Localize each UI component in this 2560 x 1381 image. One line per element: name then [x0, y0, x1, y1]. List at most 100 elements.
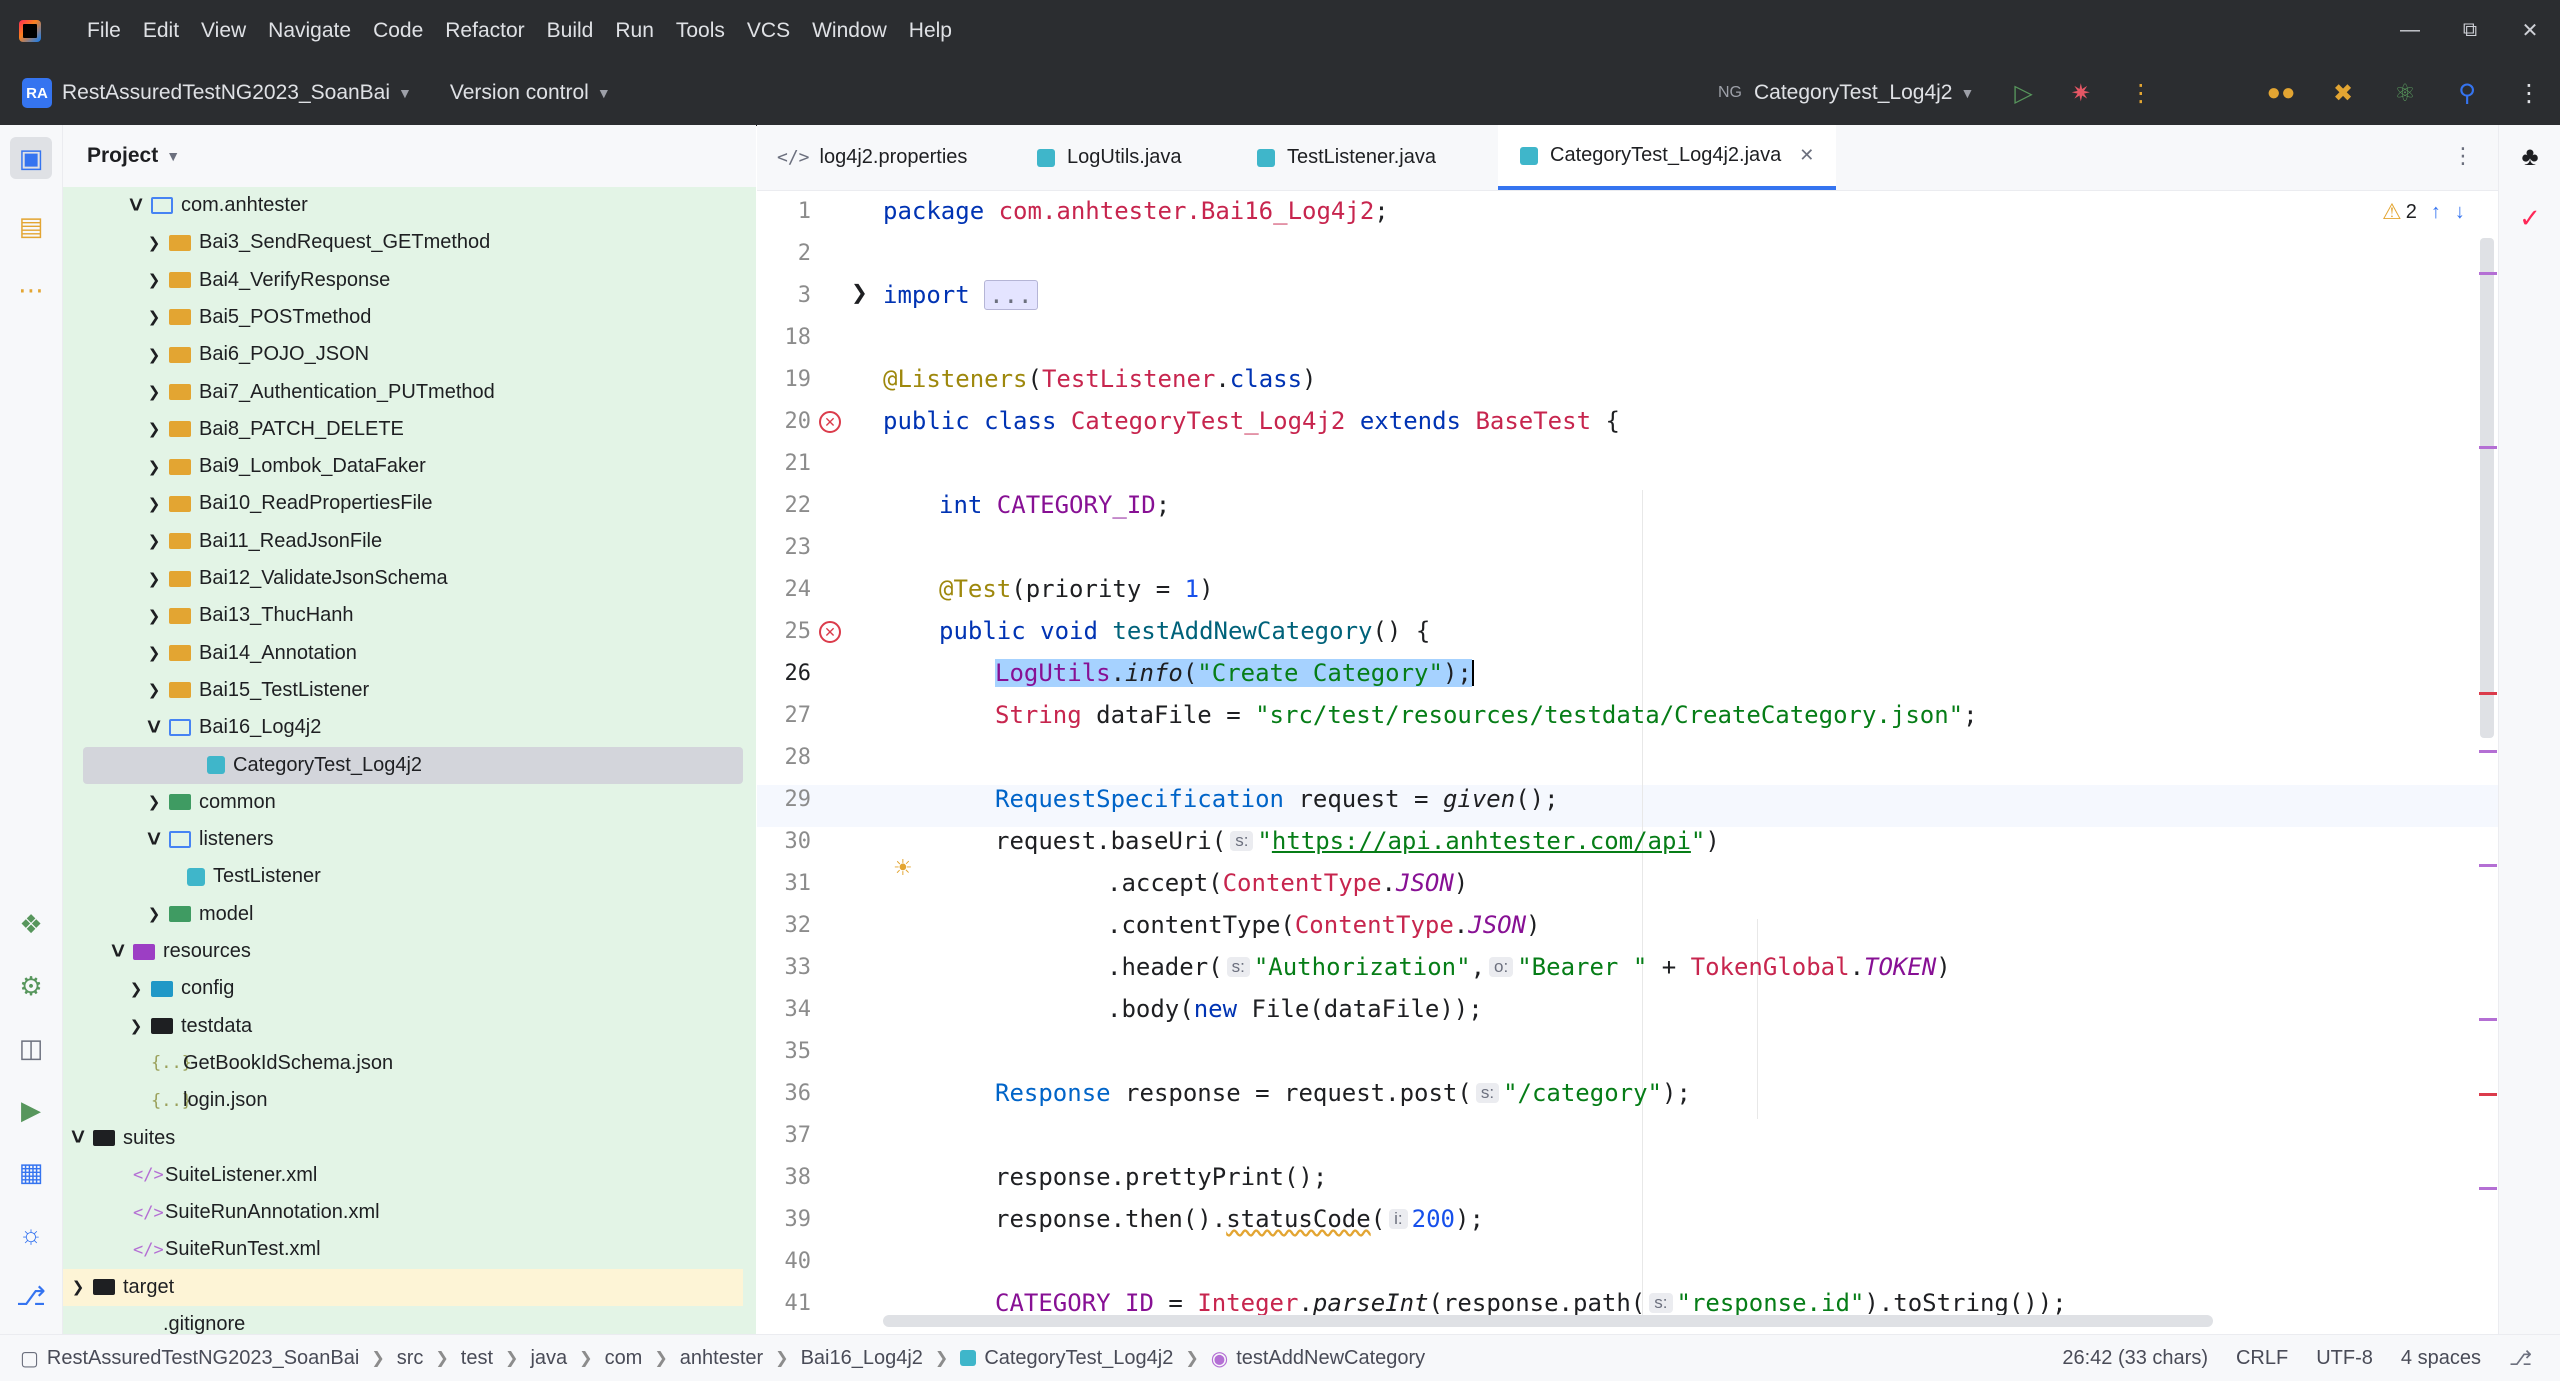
tree-item[interactable]: ˅ Bai16_Log4j2: [63, 709, 743, 746]
editor-horizontal-scrollbar[interactable]: [883, 1315, 2213, 1327]
tree-item[interactable]: ❯ Bai8_PATCH_DELETE: [63, 411, 743, 448]
ai-chat-icon[interactable]: ✓: [2499, 203, 2560, 234]
tree-item[interactable]: .gitignore: [63, 1306, 743, 1334]
debug-icon[interactable]: ✷: [2071, 79, 2091, 108]
tree-item[interactable]: ❯ Bai15_TestListener: [63, 672, 743, 709]
problems-icon[interactable]: ☼: [0, 1219, 62, 1250]
menu-build[interactable]: Build: [547, 19, 594, 43]
project-tool-icon[interactable]: ▣: [0, 143, 62, 174]
chevron-right-icon[interactable]: ❯: [139, 420, 169, 438]
tree-item[interactable]: </> SuiteRunTest.xml: [63, 1231, 743, 1268]
tree-item[interactable]: {..} GetBookIdSchema.json: [63, 1045, 743, 1082]
database-icon[interactable]: ◫: [0, 1033, 62, 1064]
tree-item[interactable]: ❯ Bai14_Annotation: [63, 635, 743, 672]
settings-menu-icon[interactable]: ⋮: [2498, 79, 2560, 108]
chevron-right-icon[interactable]: ❯: [139, 570, 169, 588]
close-tab-icon[interactable]: ✕: [1799, 145, 1814, 166]
chevron-right-icon[interactable]: ❯: [139, 458, 169, 476]
minimize-icon[interactable]: —: [2380, 19, 2440, 42]
chevron-down-icon[interactable]: ▼: [597, 85, 611, 101]
chevron-down-icon[interactable]: ▼: [398, 85, 412, 101]
search-icon[interactable]: ⚲: [2436, 79, 2498, 108]
breadcrumb-package[interactable]: Bai16_Log4j2: [801, 1347, 923, 1370]
chevron-down-icon[interactable]: ˅: [121, 192, 151, 220]
tree-item[interactable]: ˅ listeners: [63, 821, 743, 858]
tree-item[interactable]: ❯ testdata: [63, 1008, 743, 1045]
tab-logutils-java[interactable]: LogUtils.java: [1037, 125, 1182, 190]
tree-item[interactable]: ˅ com.anhtester: [63, 187, 743, 224]
version-control-menu[interactable]: Version control: [450, 81, 589, 105]
chevron-right-icon[interactable]: ❯: [139, 271, 169, 289]
error-gutter-icon[interactable]: ✕: [819, 621, 841, 643]
indent-setting[interactable]: 4 spaces: [2401, 1347, 2481, 1370]
run-config-selector[interactable]: CategoryTest_Log4j2: [1754, 81, 1952, 105]
file-encoding[interactable]: UTF-8: [2316, 1347, 2373, 1370]
more-vertical-icon[interactable]: ⋮: [2129, 79, 2153, 108]
chevron-right-icon[interactable]: ❯: [139, 681, 169, 699]
error-gutter-icon[interactable]: ✕: [819, 411, 841, 433]
tree-item[interactable]: ❯ Bai6_POJO_JSON: [63, 336, 743, 373]
chevron-right-icon[interactable]: ❯: [139, 607, 169, 625]
build-tools-icon[interactable]: ✖: [2312, 79, 2374, 108]
menu-code[interactable]: Code: [373, 19, 423, 43]
folded-imports[interactable]: ...: [984, 280, 1038, 310]
tab-testlistener-java[interactable]: TestListener.java: [1257, 125, 1436, 190]
editor-vertical-scrollbar[interactable]: [2480, 238, 2494, 738]
close-window-icon[interactable]: ✕: [2500, 18, 2560, 43]
chevron-down-icon[interactable]: ▼: [166, 148, 180, 164]
tree-item[interactable]: {..} login.json: [63, 1082, 743, 1119]
tab-categorytest-log4j2-java[interactable]: CategoryTest_Log4j2.java ✕: [1498, 125, 1837, 190]
menu-vcs[interactable]: VCS: [747, 19, 790, 43]
breadcrumb-src[interactable]: src: [397, 1347, 424, 1370]
tree-item[interactable]: ˅ suites: [63, 1120, 743, 1157]
chevron-right-icon[interactable]: ❯: [139, 346, 169, 364]
project-panel-title[interactable]: Project: [87, 144, 158, 168]
breadcrumb-class[interactable]: CategoryTest_Log4j2: [984, 1347, 1173, 1370]
tree-item[interactable]: ❯ target: [63, 1268, 743, 1306]
breadcrumb-method[interactable]: testAddNewCategory: [1236, 1347, 1425, 1370]
run-tool-icon[interactable]: ▶: [0, 1095, 62, 1126]
chevron-down-icon[interactable]: ˅: [139, 714, 169, 742]
services-icon[interactable]: ⚙: [0, 971, 62, 1002]
tree-item[interactable]: ❯ Bai11_ReadJsonFile: [63, 523, 743, 560]
chevron-right-icon[interactable]: ❯: [121, 1017, 151, 1035]
chevron-down-icon[interactable]: ˅: [139, 826, 169, 854]
menu-navigate[interactable]: Navigate: [268, 19, 351, 43]
tree-item[interactable]: ❯ Bai3_SendRequest_GETmethod: [63, 224, 743, 261]
chevron-down-icon[interactable]: ▼: [1960, 85, 1974, 101]
project-badge[interactable]: RA: [22, 78, 52, 108]
menu-view[interactable]: View: [201, 19, 246, 43]
chevron-right-icon[interactable]: ❯: [63, 1278, 93, 1296]
breadcrumb-java[interactable]: java: [530, 1347, 567, 1370]
tree-item[interactable]: ❯ Bai5_POSTmethod: [63, 299, 743, 336]
tree-item[interactable]: ❯ Bai10_ReadPropertiesFile: [63, 485, 743, 522]
notifications-icon[interactable]: ♣: [2499, 141, 2560, 172]
tree-item[interactable]: ❯ Bai4_VerifyResponse: [63, 262, 743, 299]
line-separator[interactable]: CRLF: [2236, 1347, 2288, 1370]
more-tools-icon[interactable]: ⋯: [0, 275, 62, 306]
more-tabs-icon[interactable]: ⋮: [2452, 143, 2474, 169]
tree-item[interactable]: CategoryTest_Log4j2: [83, 746, 743, 784]
project-switcher[interactable]: RestAssuredTestNG2023_SoanBai: [62, 81, 390, 105]
menu-file[interactable]: File: [87, 19, 121, 43]
terminal-icon[interactable]: ▦: [0, 1157, 62, 1188]
tree-item[interactable]: ˅ resources: [63, 933, 743, 970]
chevron-right-icon[interactable]: ❯: [139, 495, 169, 513]
chevron-right-icon[interactable]: ❯: [121, 980, 151, 998]
chevron-right-icon[interactable]: ❯: [139, 532, 169, 550]
tree-item[interactable]: ❯ common: [63, 784, 743, 821]
menu-run[interactable]: Run: [615, 19, 654, 43]
structure-tool-icon[interactable]: ▤: [0, 211, 62, 242]
chevron-right-icon[interactable]: ❯: [139, 383, 169, 401]
tree-item[interactable]: ❯ Bai7_Authentication_PUTmethod: [63, 374, 743, 411]
tree-item[interactable]: </> SuiteListener.xml: [63, 1157, 743, 1194]
tree-item[interactable]: ❯ Bai12_ValidateJsonSchema: [63, 560, 743, 597]
tree-item[interactable]: ❯ model: [63, 896, 743, 933]
chevron-right-icon[interactable]: ❯: [139, 308, 169, 326]
breadcrumb-anhtester[interactable]: anhtester: [680, 1347, 763, 1370]
menu-tools[interactable]: Tools: [676, 19, 725, 43]
restore-icon[interactable]: ⧉: [2440, 19, 2500, 42]
chevron-right-icon[interactable]: ❯: [139, 234, 169, 252]
menu-refactor[interactable]: Refactor: [445, 19, 524, 43]
breadcrumb-test[interactable]: test: [461, 1347, 493, 1370]
